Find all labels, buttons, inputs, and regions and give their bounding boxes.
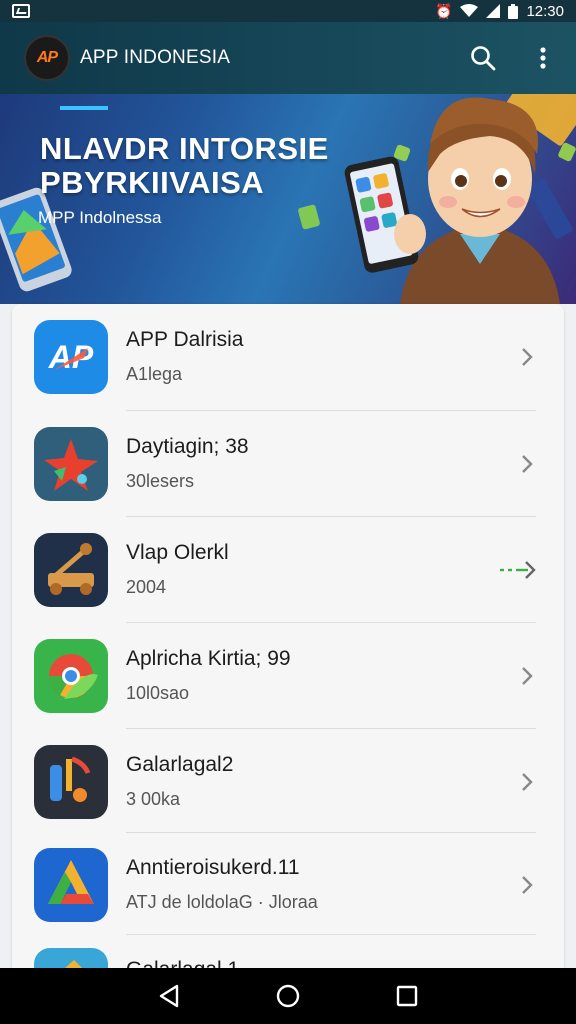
triangle-drive-icon — [34, 848, 108, 922]
banner-accent-bar — [60, 106, 108, 110]
promo-banner[interactable]: NLAVDR INTORSIE PBYRKIIVAISA MPP Indolne… — [0, 94, 576, 304]
banner-subtitle: MPP Indolnessa — [38, 208, 162, 227]
banner-headline-line2: PBYRKIIVAISA — [40, 165, 265, 200]
battery-icon — [508, 3, 519, 19]
divider — [126, 934, 536, 935]
status-bar: ⏰ 12:30 — [0, 0, 576, 22]
chevron-right-icon — [522, 667, 533, 685]
list-item[interactable]: Galarlagal2 3 00ka — [12, 729, 564, 835]
status-time: 12:30 — [526, 2, 564, 20]
star-compass-icon — [34, 427, 108, 501]
decor-chip — [297, 204, 321, 230]
app-name: Daytiagin; 38 — [126, 435, 249, 458]
app-bar: AP APP INDONESIA — [0, 22, 576, 94]
list-item[interactable]: Vlap Olerkl 2004 — [12, 517, 564, 623]
more-vert-icon — [540, 47, 546, 69]
signal-icon — [486, 4, 501, 18]
app-name: APP Dalrisia — [126, 328, 244, 351]
banner-headline: NLAVDR INTORSIE PBYRKIIVAISA — [40, 132, 329, 200]
more-options-button[interactable] — [528, 43, 558, 73]
banner-headline-line1: NLAVDR INTORSIE — [40, 131, 329, 166]
app-name: Galarlagal2 — [126, 753, 234, 776]
recents-icon — [396, 985, 417, 1007]
app-meta: 10l0sao — [126, 683, 190, 703]
app-list: AP APP Dalrisia A1lega Daytiagin; 38 30l… — [12, 304, 564, 984]
list-item[interactable]: Daytiagin; 38 30lesers — [12, 411, 564, 517]
back-button[interactable] — [149, 976, 189, 1016]
app-meta: 3 00ka — [126, 789, 181, 809]
navigation-bar — [0, 968, 576, 1024]
list-item[interactable]: Anntieroisukerd.11 ATJ de loldolaG · Jlo… — [12, 832, 564, 938]
catapult-icon — [34, 533, 108, 607]
app-meta: ATJ de loldolaG · Jloraa — [126, 892, 318, 912]
alarm-icon: ⏰ — [435, 3, 453, 19]
app-logo-icon: AP — [34, 320, 108, 394]
list-item[interactable]: AP APP Dalrisia A1lega — [12, 304, 564, 410]
home-icon — [276, 984, 300, 1008]
character-illustration — [344, 97, 560, 304]
app-name: Aplricha Kirtia; 99 — [126, 647, 291, 670]
app-bar-actions — [468, 43, 558, 73]
chevron-right-icon — [522, 348, 533, 366]
image-notification-icon — [12, 4, 30, 18]
back-icon — [160, 984, 179, 1008]
app-title: APP INDONESIA — [80, 47, 231, 68]
chrome-leaf-icon — [34, 639, 108, 713]
app-meta: A1lega — [126, 364, 183, 384]
app-logo-text: AP — [36, 49, 58, 66]
app-meta: 2004 — [126, 577, 167, 597]
search-button[interactable] — [468, 43, 498, 73]
music-note-icon — [34, 745, 108, 819]
home-button[interactable] — [268, 976, 308, 1016]
app-name: Vlap Olerkl — [126, 541, 229, 564]
recents-button[interactable] — [387, 976, 427, 1016]
chevron-right-icon — [522, 773, 533, 791]
chevron-right-icon — [522, 455, 533, 473]
app-name: Anntieroisukerd.11 — [126, 856, 300, 879]
wifi-icon — [460, 4, 479, 17]
phone-left-illustration — [0, 187, 72, 292]
chevron-right-icon — [522, 876, 533, 894]
search-icon — [471, 46, 496, 71]
arrow-right-green-icon — [500, 561, 536, 579]
status-icons: ⏰ 12:30 — [435, 3, 564, 20]
app-logo[interactable]: AP — [24, 35, 70, 81]
list-item[interactable]: Aplricha Kirtia; 99 10l0sao — [12, 623, 564, 729]
app-meta: 30lesers — [126, 471, 195, 491]
